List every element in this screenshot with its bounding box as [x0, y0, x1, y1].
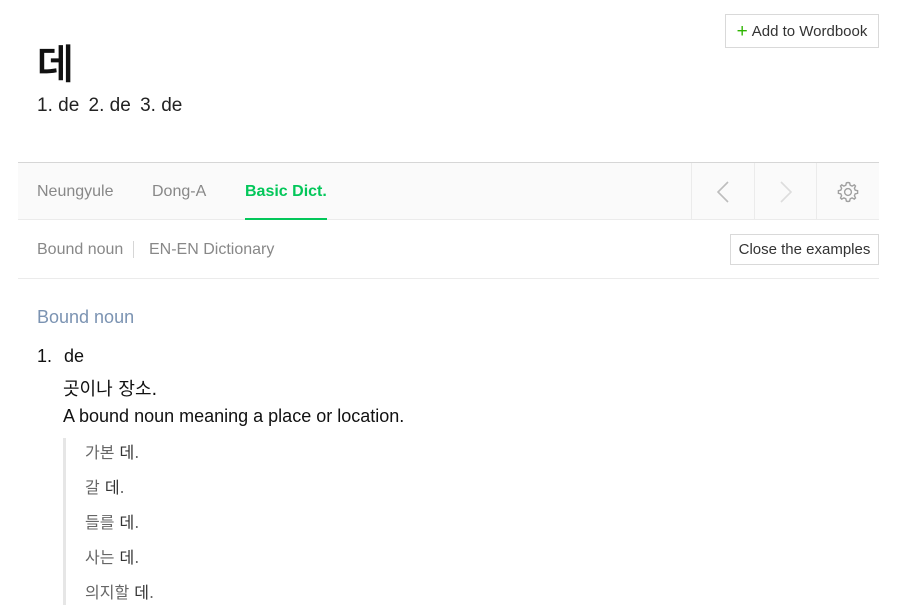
example-keyword: 데: [104, 478, 120, 497]
next-button[interactable]: [754, 163, 817, 220]
chevron-left-icon: [716, 180, 729, 203]
example-text: 들를: [85, 513, 120, 532]
close-examples-button[interactable]: Close the examples: [730, 234, 879, 265]
gear-icon: [837, 181, 859, 202]
example-text: 의지할: [85, 583, 135, 602]
example-punctuation: .: [119, 478, 125, 497]
example-text: 가본: [85, 443, 120, 462]
entry-sub-header: Bound noun EN-EN Dictionary Close the ex…: [18, 221, 879, 279]
example-list: 가본 데. 갈 데. 들를 데. 사는 데. 의지할 데.: [63, 438, 763, 605]
en-en-dictionary-link[interactable]: EN-EN Dictionary: [149, 241, 274, 259]
example-keyword: 데: [119, 443, 135, 462]
sense-word: de: [64, 346, 85, 366]
add-to-wordbook-label: Add to Wordbook: [751, 22, 868, 40]
tab-neungyule[interactable]: Neungyule: [37, 163, 114, 220]
example-punctuation: .: [134, 513, 140, 532]
sense-number: 1.: [37, 346, 53, 366]
example-sentence: 들를 데.: [85, 509, 139, 533]
add-to-wordbook-button[interactable]: + Add to Wordbook: [725, 14, 879, 48]
example-keyword: 데: [134, 583, 149, 602]
example-keyword: 데: [119, 548, 135, 567]
example-keyword: 데: [119, 513, 135, 532]
pronunciation-list: 1. de 2. de 3. de: [37, 95, 186, 117]
headword: 데: [37, 42, 74, 88]
korean-definition: 곳이나 장소.: [63, 379, 158, 400]
english-definition: A bound noun meaning a place or location…: [63, 406, 405, 426]
example-punctuation: .: [134, 548, 140, 567]
example-sentence: 가본 데.: [85, 439, 139, 463]
example-punctuation: .: [148, 583, 155, 602]
example-sentence: 사는 데.: [85, 544, 139, 568]
example-text: 갈: [85, 478, 105, 497]
pronunciation-1[interactable]: 1. de: [37, 95, 79, 116]
previous-button[interactable]: [691, 163, 754, 220]
pos-heading: Bound noun: [37, 307, 135, 327]
part-of-speech-link[interactable]: Bound noun: [37, 241, 123, 259]
example-sentence: 갈 데.: [85, 474, 125, 498]
chevron-right-icon: [780, 180, 793, 203]
plus-icon: +: [736, 20, 748, 42]
tab-dong-a[interactable]: Dong-A: [152, 163, 206, 220]
settings-button[interactable]: [816, 163, 879, 220]
example-sentence: 의지할 데.: [85, 579, 154, 603]
dictionary-tab-bar: Neungyule Dong-A Basic Dict.: [18, 162, 879, 220]
example-text: 사는: [85, 548, 120, 567]
separator: [133, 241, 134, 258]
tab-basic-dict[interactable]: Basic Dict.: [245, 163, 327, 220]
example-punctuation: .: [134, 443, 140, 462]
pronunciation-3[interactable]: 3. de: [140, 95, 182, 116]
pronunciation-2[interactable]: 2. de: [89, 95, 131, 116]
